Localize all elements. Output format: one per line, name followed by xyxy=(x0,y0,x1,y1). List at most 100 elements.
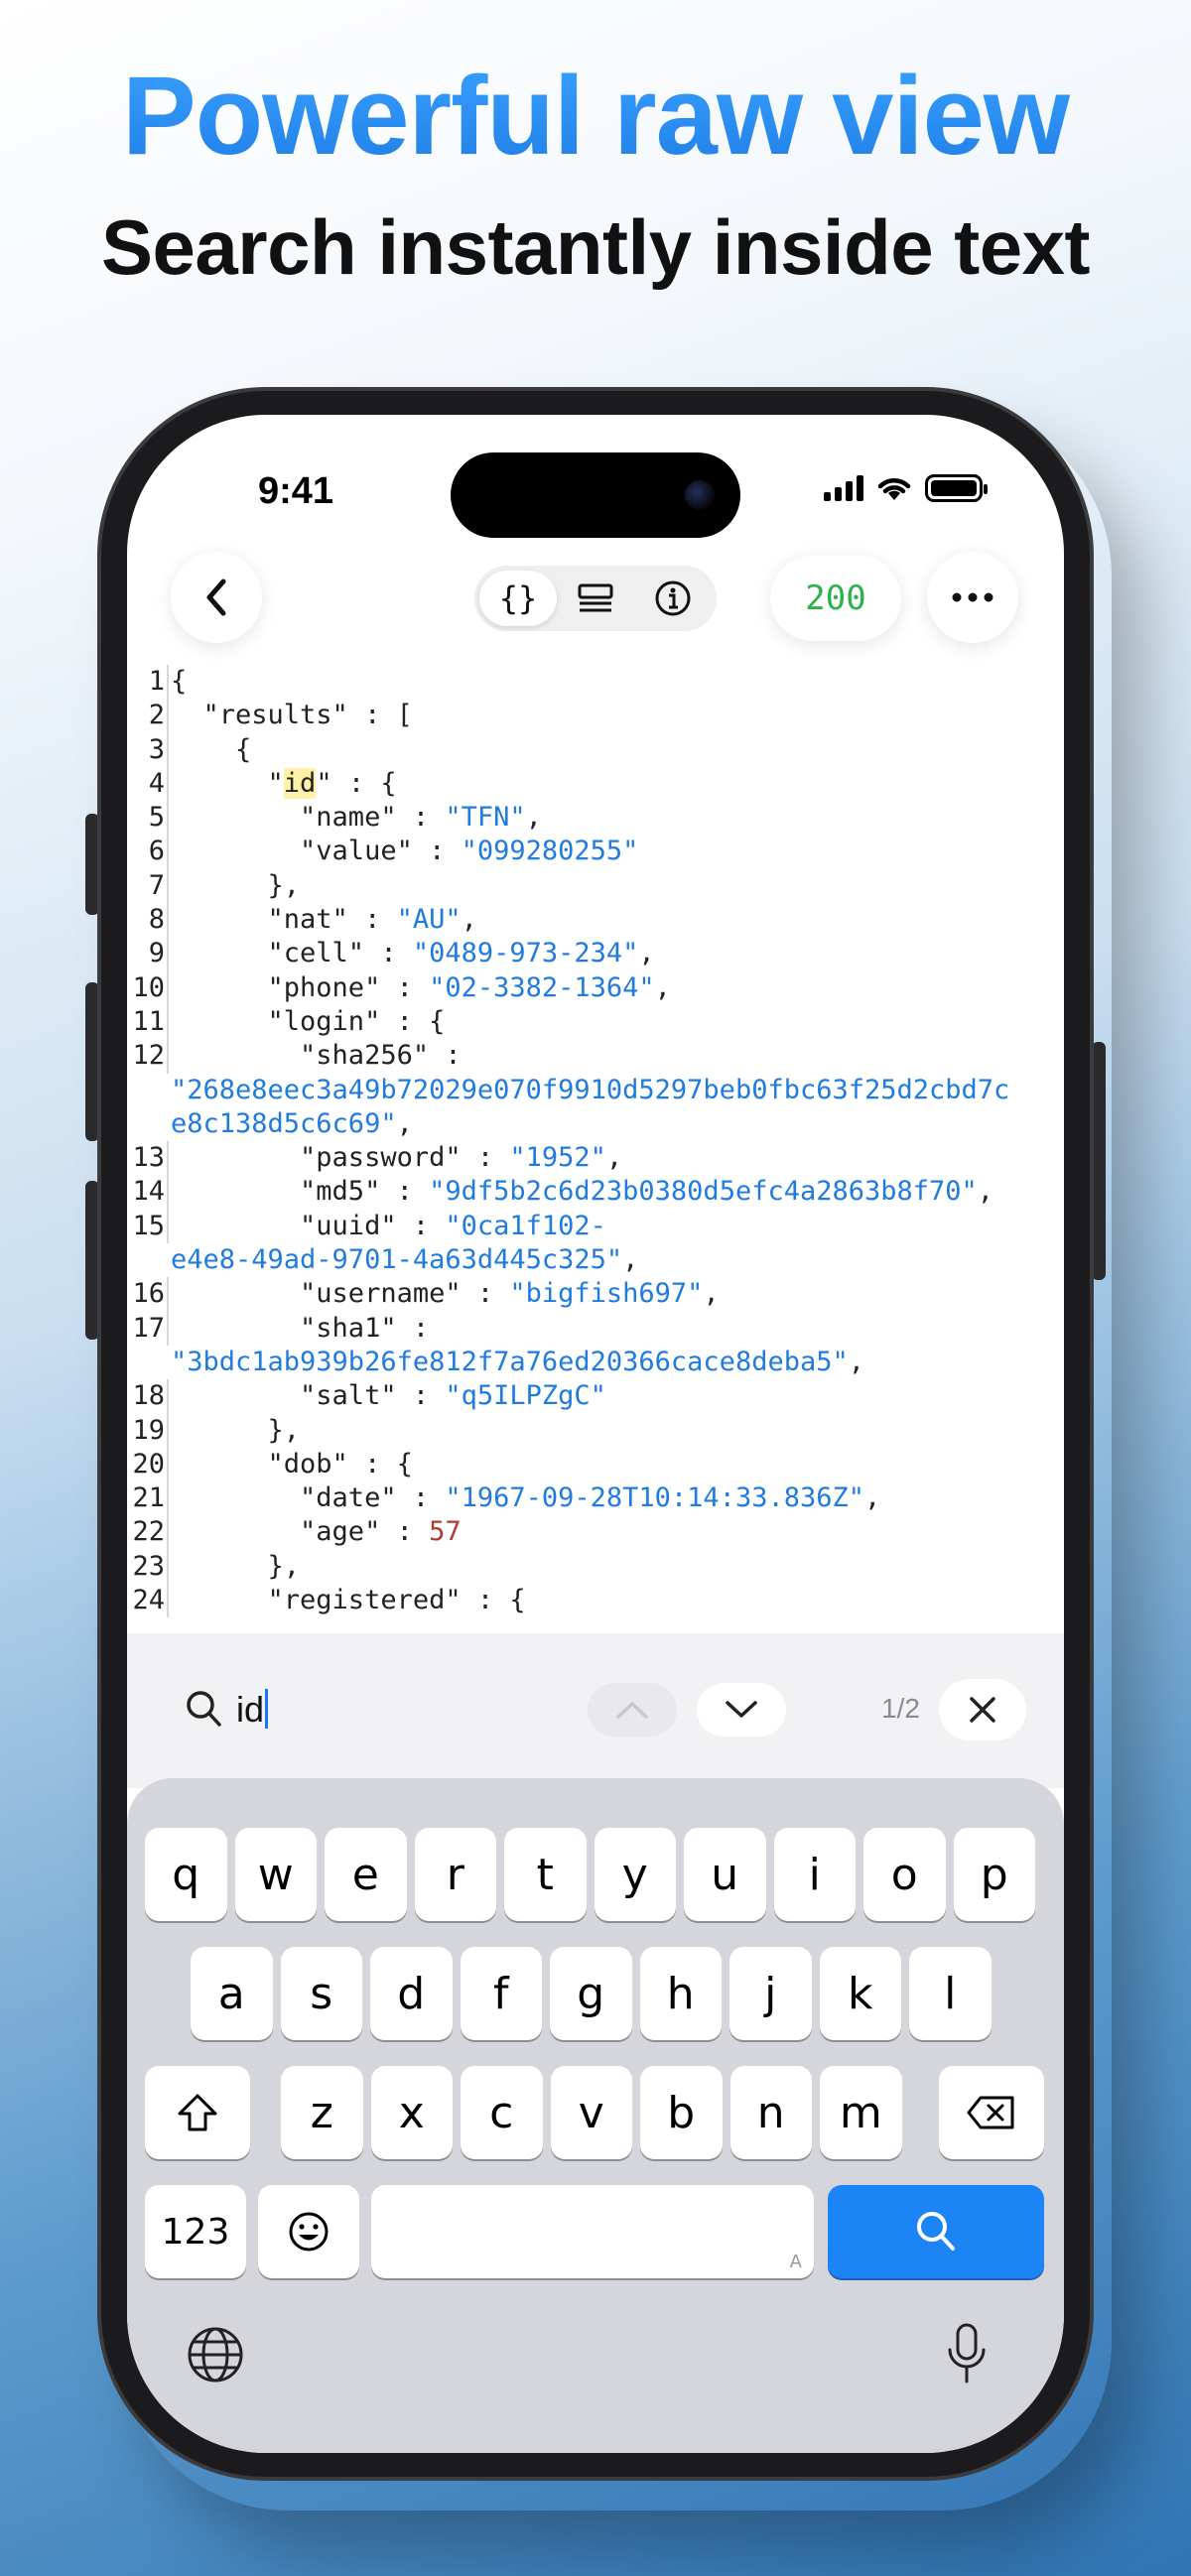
find-bar: id 1/2 xyxy=(127,1633,1064,1788)
headline: Powerful raw view xyxy=(0,52,1191,180)
json-punctuation: "name" : xyxy=(171,802,446,834)
line-number: 24 xyxy=(127,1584,169,1618)
delete-key[interactable] xyxy=(939,2066,1044,2159)
line-text: "results" : [ xyxy=(169,699,413,732)
json-punctuation: , xyxy=(703,1278,720,1310)
code-line: 23 }, xyxy=(127,1549,1064,1585)
code-line: "268e8eec3a49b72029e070f9910d5297beb0fbc… xyxy=(127,1074,1064,1107)
find-input[interactable]: id xyxy=(236,1689,269,1731)
battery-icon xyxy=(925,474,988,502)
line-number: 12 xyxy=(127,1039,169,1074)
line-number: 21 xyxy=(127,1481,169,1516)
json-punctuation: "sha1" : xyxy=(171,1312,430,1344)
more-button[interactable] xyxy=(927,552,1018,643)
search-icon xyxy=(185,1689,222,1734)
line-text: "268e8eec3a49b72029e070f9910d5297beb0fbc… xyxy=(169,1074,1009,1107)
numbers-key[interactable]: 123 xyxy=(145,2185,246,2278)
emoji-key[interactable] xyxy=(258,2185,359,2278)
key-x[interactable]: x xyxy=(370,2066,453,2159)
line-text: "dob" : { xyxy=(169,1448,413,1481)
chevron-left-icon xyxy=(206,579,226,616)
table-view-tab[interactable] xyxy=(557,571,634,626)
line-number: 2 xyxy=(127,699,169,733)
key-g[interactable]: g xyxy=(550,1947,632,2040)
line-number: 6 xyxy=(127,835,169,869)
globe-key[interactable] xyxy=(187,2326,244,2388)
key-n[interactable]: n xyxy=(729,2066,812,2159)
next-match-button[interactable] xyxy=(697,1683,786,1737)
line-number: 23 xyxy=(127,1549,169,1585)
json-punctuation: "username" : xyxy=(171,1278,510,1310)
key-j[interactable]: j xyxy=(729,1947,812,2040)
json-punctuation: "password" : xyxy=(171,1142,510,1174)
status-icons xyxy=(824,474,988,502)
key-i[interactable]: i xyxy=(773,1828,856,1921)
line-text: "md5" : "9df5b2c6d23b0380d5efc4a2863b8f7… xyxy=(169,1175,993,1209)
line-number: 1 xyxy=(127,665,169,700)
wifi-icon xyxy=(877,478,911,500)
emoji-icon xyxy=(289,2212,329,2252)
key-u[interactable]: u xyxy=(684,1828,766,1921)
json-punctuation: "dob" : { xyxy=(171,1448,413,1480)
back-button[interactable] xyxy=(171,552,262,643)
key-l[interactable]: l xyxy=(909,1947,992,2040)
key-b[interactable]: b xyxy=(640,2066,723,2159)
key-r[interactable]: r xyxy=(414,1828,496,1921)
json-punctuation: "results" : [ xyxy=(171,700,413,731)
chevron-up-icon xyxy=(616,1702,648,1719)
key-z[interactable]: z xyxy=(281,2066,363,2159)
json-punctuation: }, xyxy=(171,1550,301,1582)
code-line: 18 "salt" : "q5ILPZgC" xyxy=(127,1379,1064,1414)
line-number: 5 xyxy=(127,801,169,836)
line-text: "sha256" : xyxy=(169,1039,462,1073)
code-line: 15 "uuid" : "0ca1f102- xyxy=(127,1209,1064,1244)
key-o[interactable]: o xyxy=(863,1828,946,1921)
previous-match-button[interactable] xyxy=(588,1683,677,1737)
line-number xyxy=(127,1074,169,1107)
key-t[interactable]: t xyxy=(504,1828,587,1921)
key-v[interactable]: v xyxy=(550,2066,632,2159)
line-number: 10 xyxy=(127,970,169,1005)
key-c[interactable]: c xyxy=(461,2066,543,2159)
space-key[interactable]: A xyxy=(371,2185,814,2278)
code-line: 22 "age" : 57 xyxy=(127,1515,1064,1550)
power-button xyxy=(1092,1042,1106,1280)
shift-key[interactable] xyxy=(145,2066,250,2159)
close-icon xyxy=(970,1697,995,1723)
key-p[interactable]: p xyxy=(953,1828,1035,1921)
json-punctuation: " : { xyxy=(316,767,397,799)
key-m[interactable]: m xyxy=(820,2066,902,2159)
info-view-tab[interactable] xyxy=(634,571,712,626)
code-line: 1{ xyxy=(127,665,1064,700)
line-text: { xyxy=(169,733,251,767)
status-code-badge[interactable]: 200 xyxy=(770,556,901,641)
key-s[interactable]: s xyxy=(280,1947,362,2040)
key-a[interactable]: a xyxy=(191,1947,273,2040)
raw-json-viewer[interactable]: 1{2 "results" : [3 {4 "id" : {5 "name" :… xyxy=(127,665,1064,1633)
chevron-down-icon xyxy=(726,1701,757,1718)
search-key[interactable] xyxy=(828,2185,1044,2278)
close-find-button[interactable] xyxy=(939,1679,1026,1740)
line-number: 22 xyxy=(127,1515,169,1550)
key-q[interactable]: q xyxy=(145,1828,227,1921)
code-line: 9 "cell" : "0489-973-234", xyxy=(127,937,1064,971)
key-f[interactable]: f xyxy=(460,1947,542,2040)
key-y[interactable]: y xyxy=(594,1828,676,1921)
raw-view-tab[interactable]: {} xyxy=(479,571,557,626)
key-k[interactable]: k xyxy=(819,1947,901,2040)
key-e[interactable]: e xyxy=(325,1828,407,1921)
json-string: "q5ILPZgC" xyxy=(445,1380,606,1412)
dictation-key[interactable] xyxy=(945,2322,989,2390)
json-punctuation: "uuid" : xyxy=(171,1210,446,1241)
key-d[interactable]: d xyxy=(370,1947,453,2040)
line-text: }, xyxy=(169,1414,301,1448)
code-line: 6 "value" : "099280255" xyxy=(127,835,1064,869)
code-line: 16 "username" : "bigfish697", xyxy=(127,1277,1064,1312)
json-string: "AU" xyxy=(396,904,462,936)
key-h[interactable]: h xyxy=(639,1947,722,2040)
info-icon xyxy=(655,580,691,616)
status-time: 9:41 xyxy=(258,470,334,512)
line-number xyxy=(127,1107,169,1141)
code-line: 4 "id" : { xyxy=(127,766,1064,802)
key-w[interactable]: w xyxy=(234,1828,317,1921)
